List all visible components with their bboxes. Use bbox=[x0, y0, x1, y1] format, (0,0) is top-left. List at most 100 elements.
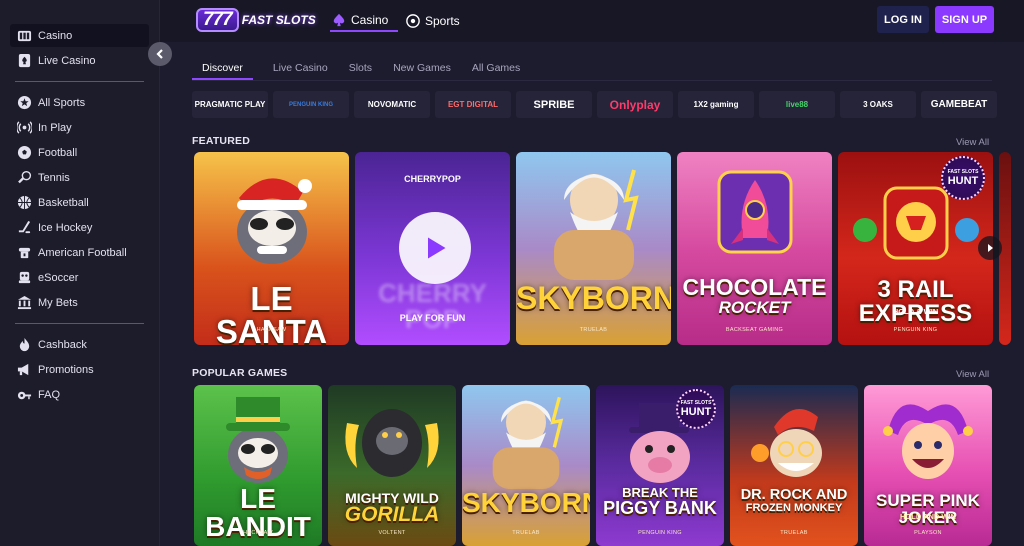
popular-view-all-link[interactable]: View All bbox=[956, 369, 989, 380]
play-for-fun-label[interactable]: PLAY FOR FUN bbox=[355, 313, 510, 323]
game-title-line2: FROZEN MONKEY bbox=[745, 502, 843, 514]
featured-title: FEATURED bbox=[192, 135, 250, 147]
sidebar-item-label: Tennis bbox=[38, 171, 70, 184]
provider-logo[interactable]: PRAGMATIC PLAY bbox=[192, 91, 268, 118]
sidebar-item-faq[interactable]: FAQ bbox=[10, 383, 149, 406]
spade-icon bbox=[333, 13, 345, 27]
provider-logo[interactable]: NOVOMATIC bbox=[354, 91, 430, 118]
provider-logo[interactable]: 1X2 gaming bbox=[678, 91, 754, 118]
tab-discover[interactable]: Discover bbox=[192, 58, 253, 80]
sidebar-item-label: eSoccer bbox=[38, 271, 79, 284]
sidebar-item-label: Live Casino bbox=[38, 54, 96, 67]
subnav-divider bbox=[192, 80, 992, 81]
game-card-hovered[interactable]: CHERRYPOP CHERRY POP PLAY FOR FUN bbox=[355, 152, 510, 345]
sidebar-item-casino[interactable]: Casino bbox=[10, 24, 149, 47]
provider-logo[interactable]: SPRIBE bbox=[516, 91, 592, 118]
hockey-stick-icon bbox=[16, 220, 32, 236]
carousel-next-button[interactable] bbox=[978, 236, 1002, 260]
sidebar-item-american-football[interactable]: American Football bbox=[10, 241, 149, 264]
play-button[interactable] bbox=[399, 212, 471, 284]
game-provider: TRUELAB bbox=[780, 530, 808, 536]
sidebar-item-label: Casino bbox=[38, 29, 73, 42]
star-icon bbox=[16, 95, 32, 111]
zeus-art bbox=[553, 169, 639, 280]
game-provider: TRUELAB bbox=[579, 327, 608, 333]
sidebar-collapse-button[interactable] bbox=[148, 42, 172, 66]
tab-label: Sports bbox=[425, 14, 460, 28]
provider-logo[interactable]: Onlyplay bbox=[597, 91, 673, 118]
game-title-line2: GORILLA bbox=[344, 503, 440, 526]
game-provider: PENGUIN KING bbox=[638, 530, 682, 536]
raccoon-bandit-art bbox=[226, 397, 290, 483]
game-card[interactable]: DR. ROCK AND FROZEN MONKEY TRUELAB bbox=[730, 385, 858, 546]
hunt-badge-label: HUNT bbox=[680, 406, 712, 418]
chevron-right-icon bbox=[988, 244, 993, 252]
game-card[interactable]: CHOCOLATE ROCKET BACKSEAT GAMING bbox=[677, 152, 832, 345]
game-title: CHERRY POP bbox=[378, 278, 487, 334]
signup-button[interactable]: SIGN UP bbox=[935, 6, 994, 33]
sidebar-item-my-bets[interactable]: My Bets bbox=[10, 291, 149, 314]
sidebar-item-basketball[interactable]: Basketball bbox=[10, 191, 149, 214]
provider-logo[interactable]: EGT DIGITAL bbox=[435, 91, 511, 118]
gamepad-icon bbox=[16, 270, 32, 286]
game-title: DR. ROCK AND bbox=[740, 487, 848, 503]
sidebar-item-label: Cashback bbox=[38, 338, 87, 351]
sidebar-divider bbox=[15, 323, 144, 324]
tab-slots[interactable]: Slots bbox=[349, 58, 372, 80]
logo-number: 777 bbox=[196, 8, 239, 32]
sidebar-item-football[interactable]: Football bbox=[10, 141, 149, 164]
provider-strip: PRAGMATIC PLAY PENGUIN KING NOVOMATIC EG… bbox=[192, 91, 1002, 118]
game-provider: HACKSAW bbox=[256, 327, 287, 333]
tab-all-games[interactable]: All Games bbox=[472, 58, 520, 80]
tennis-racket-icon bbox=[16, 170, 32, 186]
tab-new-games[interactable]: New Games bbox=[393, 58, 451, 80]
game-card[interactable]: SKYBORN TRUELAB bbox=[462, 385, 590, 546]
login-button[interactable]: LOG IN bbox=[877, 6, 929, 33]
sidebar-item-in-play[interactable]: In Play bbox=[10, 116, 149, 139]
sidebar-item-label: FAQ bbox=[38, 388, 61, 401]
sidebar-item-promotions[interactable]: Promotions bbox=[10, 358, 149, 381]
tab-live-casino[interactable]: Live Casino bbox=[273, 58, 328, 80]
tab-casino[interactable]: Casino bbox=[330, 10, 399, 32]
game-card[interactable]: LE SANTA HACKSAW bbox=[194, 152, 349, 345]
casino-icon bbox=[16, 28, 32, 44]
tab-sports[interactable]: Sports bbox=[406, 10, 460, 32]
sidebar-divider bbox=[15, 81, 144, 82]
sidebar-item-tennis[interactable]: Tennis bbox=[10, 166, 149, 189]
game-provider: VOLTENT bbox=[378, 530, 406, 536]
sidebar-item-all-sports[interactable]: All Sports bbox=[10, 91, 149, 114]
flame-icon bbox=[16, 337, 32, 353]
sidebar-item-ice-hockey[interactable]: Ice Hockey bbox=[10, 216, 149, 239]
basketball-icon bbox=[16, 195, 32, 211]
top-header: 777 FAST SLOTS Casino Sports LOG IN SIGN… bbox=[160, 0, 1024, 42]
popular-row: LE BANDIT HACKSAW MIGHTY WILD GORILLA VO… bbox=[194, 385, 998, 546]
game-card[interactable]: MIGHTY WILD GORILLA VOLTENT bbox=[328, 385, 456, 546]
game-card[interactable]: SKYBORN TRUELAB bbox=[516, 152, 671, 345]
provider-logo[interactable]: GAMEBEAT bbox=[921, 91, 997, 118]
featured-view-all-link[interactable]: View All bbox=[956, 137, 989, 148]
game-title: SKYBORN bbox=[516, 280, 671, 316]
sidebar-item-label: My Bets bbox=[38, 296, 78, 309]
game-provider: BACKSEAT GAMING bbox=[725, 327, 784, 333]
sidebar-item-label: Football bbox=[38, 146, 78, 159]
football-icon bbox=[16, 145, 32, 161]
faq-icon bbox=[16, 387, 32, 403]
site-logo[interactable]: 777 FAST SLOTS bbox=[196, 8, 316, 32]
game-card[interactable]: FAST SLOTS HUNT BREAK THE PIGGY BANK PENG… bbox=[596, 385, 724, 546]
sidebar-item-esoccer[interactable]: eSoccer bbox=[10, 266, 149, 289]
game-card[interactable]: FAST SLOTS HUNT 3 RAIL EXPRESS HOLD & WIN… bbox=[838, 152, 993, 345]
game-provider: HACKSAW bbox=[243, 530, 273, 536]
sidebar-item-cashback[interactable]: Cashback bbox=[10, 333, 149, 356]
provider-logo[interactable]: 3 OAKS bbox=[840, 91, 916, 118]
popular-title: POPULAR GAMES bbox=[192, 367, 288, 379]
play-icon bbox=[428, 237, 446, 259]
sidebar-item-label: In Play bbox=[38, 121, 72, 134]
game-card[interactable]: LE BANDIT HACKSAW bbox=[194, 385, 322, 546]
provider-logo[interactable]: live88 bbox=[759, 91, 835, 118]
hunt-badge: FAST SLOTS HUNT bbox=[676, 389, 716, 429]
sidebar-item-live-casino[interactable]: Live Casino bbox=[10, 49, 149, 72]
football-icon bbox=[406, 14, 420, 28]
game-card[interactable]: SUPER PINK JOKER HOLD AND WIN PLAYSON bbox=[864, 385, 992, 546]
provider-logo[interactable]: PENGUIN KING bbox=[273, 91, 349, 118]
game-title: 3 RAIL EXPRESS bbox=[858, 276, 973, 327]
